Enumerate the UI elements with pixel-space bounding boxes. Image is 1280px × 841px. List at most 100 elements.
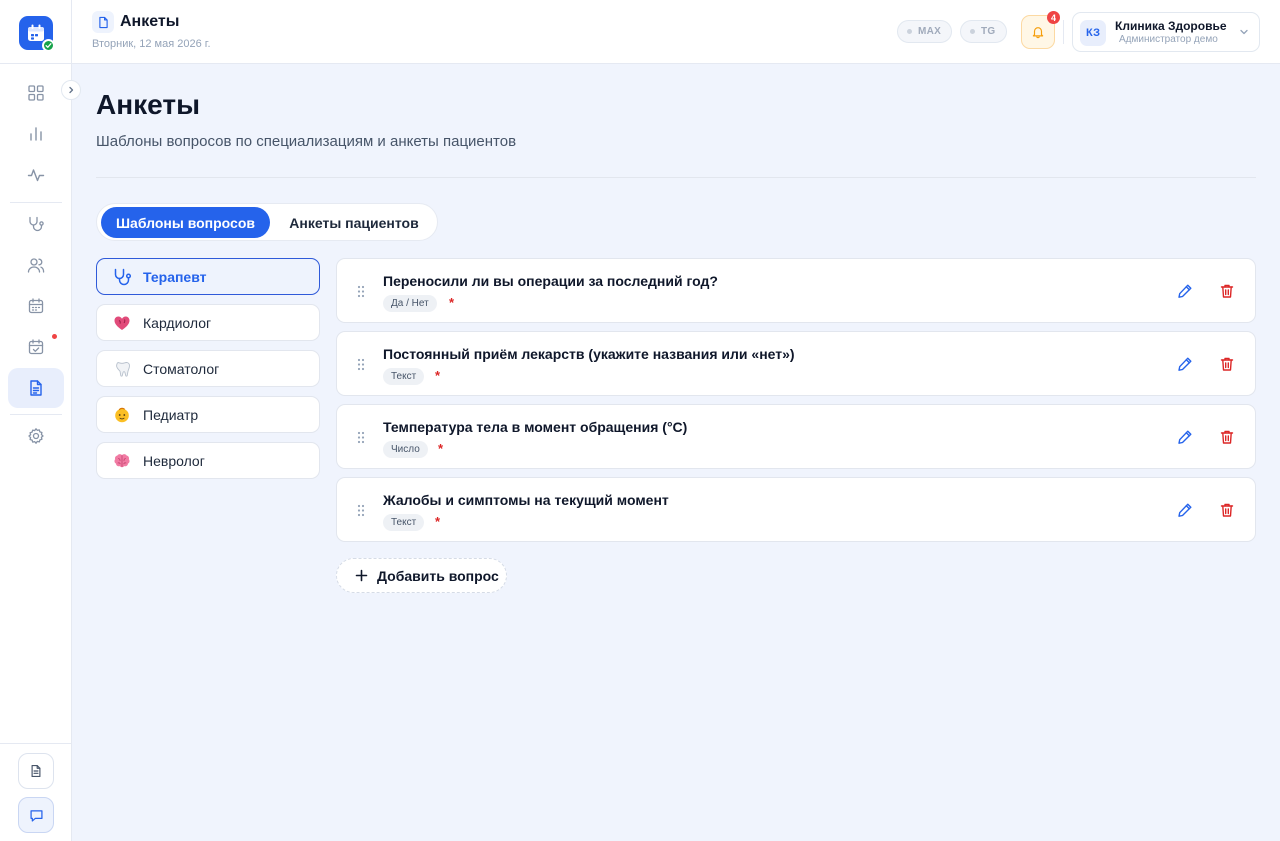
- header-date: Вторник, 12 мая 2026 г.: [92, 38, 211, 50]
- question-card: Постоянный приём лекарств (укажите назва…: [336, 331, 1256, 396]
- document-icon: [31, 764, 41, 778]
- trash-icon: [1220, 284, 1234, 298]
- account-name: Клиника Здоровье: [1115, 19, 1227, 33]
- channel-pill-tg[interactable]: TG: [960, 20, 1007, 43]
- required-marker: *: [435, 514, 441, 529]
- pencil-icon: [1178, 357, 1192, 371]
- page-title: Анкеты: [96, 89, 200, 120]
- trash-icon: [1220, 357, 1234, 371]
- specialization-label: Кардиолог: [143, 314, 212, 331]
- specialization-label: Педиатр: [143, 406, 199, 423]
- question-card: Жалобы и симптомы на текущий момент Текс…: [336, 477, 1256, 542]
- specialization-item-pediatrician[interactable]: Педиатр: [96, 396, 320, 433]
- sidebar-divider: [0, 743, 71, 744]
- question-text: Температура тела в момент обращения (°C): [383, 419, 688, 435]
- section-divider: [96, 177, 1256, 178]
- tab-question-templates[interactable]: Шаблоны вопросов: [101, 207, 270, 238]
- plus-icon: [355, 569, 368, 582]
- specialization-label: Невролог: [143, 452, 205, 469]
- specialization-label: Стоматолог: [143, 360, 220, 377]
- nav-item-analytics[interactable]: [8, 114, 64, 154]
- users-icon: [27, 258, 45, 273]
- nav-item-activity[interactable]: [8, 155, 64, 195]
- delete-question-button[interactable]: [1217, 354, 1237, 374]
- drag-handle-icon[interactable]: [357, 431, 365, 444]
- account-switcher[interactable]: КЗ Клиника Здоровье Администратор демо: [1072, 12, 1260, 52]
- page-subtitle: Шаблоны вопросов по специализациям и анк…: [96, 133, 517, 150]
- question-type-badge: Текст: [383, 514, 425, 531]
- specialization-label: Терапевт: [143, 268, 207, 285]
- delete-question-button[interactable]: [1217, 427, 1237, 447]
- delete-question-button[interactable]: [1217, 500, 1237, 520]
- nav-item-settings[interactable]: [8, 416, 64, 456]
- chat-icon: [29, 809, 43, 822]
- channel-label: TG: [981, 26, 996, 37]
- sidebar-expand-button[interactable]: [61, 80, 81, 100]
- pencil-icon: [1178, 503, 1192, 517]
- pencil-icon: [1178, 284, 1192, 298]
- add-question-button[interactable]: Добавить вопрос: [336, 558, 507, 593]
- edit-question-button[interactable]: [1175, 500, 1195, 520]
- stethoscope-icon: [112, 267, 132, 287]
- delete-question-button[interactable]: [1217, 281, 1237, 301]
- edit-question-button[interactable]: [1175, 427, 1195, 447]
- question-type-badge: Да / Нет: [383, 295, 437, 312]
- nav-item-doctors[interactable]: [8, 204, 64, 244]
- page-icon: [92, 11, 114, 33]
- sidebar-divider: [0, 63, 71, 64]
- header-separator: [1063, 20, 1064, 44]
- edit-question-button[interactable]: [1175, 281, 1195, 301]
- sidebar-divider: [10, 202, 62, 203]
- brain-icon: [112, 451, 132, 471]
- bell-icon: [1032, 27, 1044, 39]
- tab-patient-questionnaires[interactable]: Анкеты пациентов: [275, 207, 433, 238]
- nav-item-questionnaires[interactable]: [8, 368, 64, 408]
- question-text: Постоянный приём лекарств (укажите назва…: [383, 346, 795, 362]
- calendar-icon: [28, 298, 44, 314]
- required-marker: *: [449, 295, 455, 310]
- document-icon: [30, 380, 42, 396]
- drag-handle-icon[interactable]: [357, 285, 365, 298]
- nav-item-schedule[interactable]: [8, 286, 64, 326]
- trash-icon: [1220, 430, 1234, 444]
- specialization-item-neurologist[interactable]: Невролог: [96, 442, 320, 479]
- nav-item-appointments[interactable]: [8, 327, 64, 367]
- question-type-badge: Число: [383, 441, 428, 458]
- specialization-item-cardiologist[interactable]: Кардиолог: [96, 304, 320, 341]
- drag-handle-icon[interactable]: [357, 358, 365, 371]
- channel-pill-max[interactable]: MAX: [897, 20, 953, 43]
- activity-icon: [27, 169, 45, 182]
- question-text: Жалобы и симптомы на текущий момент: [383, 492, 669, 508]
- header-title: Анкеты: [120, 13, 180, 30]
- tabs: Шаблоны вопросов Анкеты пациентов: [96, 203, 438, 241]
- drag-handle-icon[interactable]: [357, 504, 365, 517]
- dashboard-icon: [28, 85, 44, 101]
- question-text: Переносили ли вы операции за последний г…: [383, 273, 718, 289]
- question-card: Температура тела в момент обращения (°C)…: [336, 404, 1256, 469]
- trash-icon: [1220, 503, 1234, 517]
- specialization-item-therapist[interactable]: Терапевт: [96, 258, 320, 295]
- edit-question-button[interactable]: [1175, 354, 1195, 374]
- app-logo[interactable]: [19, 16, 55, 52]
- sidebar: [0, 0, 72, 841]
- tooth-icon: [112, 359, 132, 379]
- top-header: Анкеты Вторник, 12 мая 2026 г. MAX TG 4 …: [72, 0, 1280, 64]
- pencil-icon: [1178, 430, 1192, 444]
- avatar: КЗ: [1080, 20, 1106, 46]
- docs-button[interactable]: [18, 753, 54, 789]
- notifications-button[interactable]: 4: [1021, 11, 1060, 49]
- chevron-right-icon: [69, 86, 74, 94]
- account-role: Администратор демо: [1119, 34, 1218, 45]
- gear-icon: [28, 428, 44, 444]
- bar-chart-icon: [30, 127, 42, 141]
- chat-button[interactable]: [18, 797, 54, 833]
- nav-item-patients[interactable]: [8, 245, 64, 285]
- specialization-item-dentist[interactable]: Стоматолог: [96, 350, 320, 387]
- stethoscope-icon: [29, 216, 44, 232]
- nav-item-dashboard[interactable]: [8, 73, 64, 113]
- check-badge-icon: [42, 39, 55, 52]
- calendar-check-icon: [28, 339, 44, 355]
- heart-organ-icon: [112, 313, 132, 333]
- alert-dot: [52, 334, 57, 339]
- chevron-down-icon: [1240, 29, 1248, 35]
